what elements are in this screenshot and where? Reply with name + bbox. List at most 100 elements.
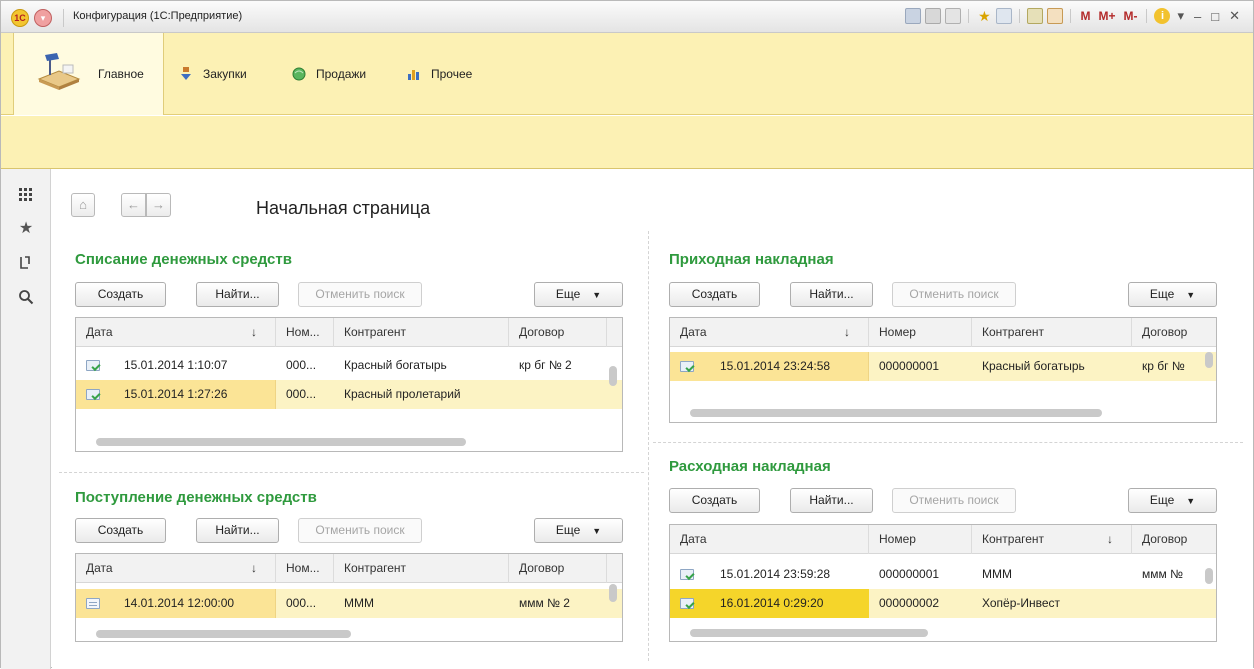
writeoff-table[interactable]: Дата ↓ Ном... Контрагент Договор 15.01.20… <box>75 317 623 452</box>
preview-icon[interactable] <box>945 8 962 24</box>
1c-logo-icon[interactable]: 1C <box>11 9 29 27</box>
find-button[interactable]: Найти... <box>790 282 873 307</box>
document-icon <box>86 598 100 609</box>
table-row-selected[interactable]: 14.01.2014 12:00:00 000... МММ ммм № 2 <box>76 589 622 618</box>
horizontal-scrollbar[interactable] <box>690 629 928 637</box>
group-divider <box>653 442 1243 443</box>
find-button[interactable]: Найти... <box>790 488 873 513</box>
favorites-add-icon[interactable]: ★ <box>976 8 992 24</box>
horizontal-scrollbar[interactable] <box>96 438 466 446</box>
section-main[interactable]: Главное <box>13 33 164 115</box>
more-button[interactable]: Еще ▼ <box>534 282 623 307</box>
vertical-scrollbar[interactable] <box>609 366 617 386</box>
posted-document-icon <box>680 569 695 581</box>
info-dropdown-icon[interactable]: ▾ <box>1174 8 1187 24</box>
desk-lamp-icon <box>37 53 81 90</box>
purchases-icon <box>181 67 191 80</box>
toolbar-separator <box>968 9 970 23</box>
more-button[interactable]: Еще ▼ <box>1128 488 1217 513</box>
column-header-counterparty[interactable]: Контрагент ↓ <box>972 525 1132 554</box>
vertical-scrollbar[interactable] <box>1205 352 1213 368</box>
info-icon[interactable]: i <box>1154 8 1171 24</box>
cell-contract <box>1132 589 1208 618</box>
table-row[interactable]: 15.01.2014 23:59:28 000000001 МММ ммм № <box>670 560 1216 589</box>
cell-counterparty: МММ <box>344 596 374 610</box>
find-button[interactable]: Найти... <box>196 282 279 307</box>
cancel-search-button[interactable]: Отменить поиск <box>892 488 1016 513</box>
find-button[interactable]: Найти... <box>196 518 279 543</box>
horizontal-scrollbar[interactable] <box>690 409 1102 417</box>
save-icon[interactable] <box>905 8 922 24</box>
section-label: Продажи <box>316 67 367 81</box>
receipt-table[interactable]: Дата ↓ Ном... Контрагент Договор 14.01.20… <box>75 553 623 642</box>
cell-counterparty: Красный пролетарий <box>344 387 461 401</box>
incoming-table[interactable]: Дата ↓ Номер Контрагент Договор 15.01.201… <box>669 317 1217 423</box>
column-header-counterparty[interactable]: Контрагент <box>972 318 1132 347</box>
column-header-counterparty[interactable]: Контрагент <box>334 554 509 583</box>
sort-arrow-icon: ↓ <box>251 325 257 339</box>
calendar-icon[interactable] <box>1047 8 1064 24</box>
tools-panel: ★ <box>1 169 51 669</box>
column-header-counterparty[interactable]: Контрагент <box>334 318 509 347</box>
favorites-star-icon[interactable]: ★ <box>18 221 34 237</box>
outgoing-table[interactable]: Дата Номер Контрагент ↓ Договор 15.01.201… <box>669 524 1217 642</box>
column-header-number[interactable]: Номер <box>869 525 972 554</box>
table-row-selected[interactable]: 16.01.2014 0:29:20 000000002 Хопёр-Инвес… <box>670 589 1216 618</box>
table-header: Дата Номер Контрагент ↓ Договор <box>670 525 1216 554</box>
vertical-scrollbar[interactable] <box>609 584 617 602</box>
column-header-number[interactable]: Ном... <box>276 554 334 583</box>
column-header-number[interactable]: Ном... <box>276 318 334 347</box>
table-row-selected[interactable]: 15.01.2014 1:27:26 000... Красный пролет… <box>76 380 622 409</box>
horizontal-scrollbar[interactable] <box>96 630 351 638</box>
table-row-selected[interactable]: 15.01.2014 23:24:58 000000001 Красный бо… <box>670 352 1216 381</box>
column-header-date[interactable]: Дата <box>670 525 869 554</box>
column-header-number[interactable]: Номер <box>869 318 972 347</box>
bar-chart-icon <box>408 70 419 80</box>
forward-button[interactable]: → <box>146 193 171 217</box>
vertical-scrollbar[interactable] <box>1205 568 1213 584</box>
sections-panel: Главное Закупки Продажи Прочее <box>1 33 1253 115</box>
memory-m-button[interactable]: M <box>1078 9 1092 23</box>
memory-mplus-button[interactable]: M+ <box>1096 9 1117 23</box>
more-button[interactable]: Еще ▼ <box>534 518 623 543</box>
cancel-search-button[interactable]: Отменить поиск <box>298 282 422 307</box>
cancel-search-button[interactable]: Отменить поиск <box>298 518 422 543</box>
cancel-search-button[interactable]: Отменить поиск <box>892 282 1016 307</box>
group-title-incoming: Приходная накладная <box>669 251 834 268</box>
home-button[interactable]: ⌂ <box>71 193 95 217</box>
section-sales[interactable]: Продажи <box>291 33 366 115</box>
section-label: Закупки <box>203 67 247 81</box>
back-button[interactable]: ← <box>121 193 146 217</box>
cell-contract: ммм № <box>1142 567 1183 581</box>
column-header-date[interactable]: Дата ↓ <box>76 554 276 583</box>
history-icon[interactable] <box>18 255 34 271</box>
create-button[interactable]: Создать <box>669 282 760 307</box>
cell-date: 15.01.2014 1:27:26 <box>124 387 228 401</box>
more-button[interactable]: Еще ▼ <box>1128 282 1217 307</box>
minimize-icon[interactable]: – <box>1191 9 1204 24</box>
function-panel <box>1 116 1253 169</box>
maximize-icon[interactable]: □ <box>1208 9 1222 24</box>
column-header-contract[interactable]: Договор <box>1132 318 1216 347</box>
memory-mminus-button[interactable]: M- <box>1121 9 1139 23</box>
search-icon[interactable] <box>18 289 34 305</box>
apps-grid-icon[interactable] <box>18 187 34 203</box>
print-icon[interactable] <box>925 8 942 24</box>
create-button[interactable]: Создать <box>75 282 166 307</box>
create-button[interactable]: Создать <box>75 518 166 543</box>
cell-date: 15.01.2014 23:24:58 <box>720 359 831 373</box>
close-icon[interactable]: ✕ <box>1226 8 1243 24</box>
column-header-date[interactable]: Дата ↓ <box>670 318 869 347</box>
table-row[interactable]: 15.01.2014 1:10:07 000... Красный богаты… <box>76 351 622 380</box>
column-header-contract[interactable]: Договор <box>509 554 607 583</box>
cell-counterparty: Красный богатырь <box>344 358 447 372</box>
main-menu-icon[interactable]: ▾ <box>34 9 52 27</box>
calculator-icon[interactable] <box>1027 8 1044 24</box>
column-header-date[interactable]: Дата ↓ <box>76 318 276 347</box>
column-header-contract[interactable]: Договор <box>1132 525 1216 554</box>
section-purchases[interactable]: Закупки <box>178 33 247 115</box>
create-button[interactable]: Создать <box>669 488 760 513</box>
link-icon[interactable] <box>996 8 1013 24</box>
column-header-contract[interactable]: Договор <box>509 318 607 347</box>
section-other[interactable]: Прочее <box>406 33 472 115</box>
